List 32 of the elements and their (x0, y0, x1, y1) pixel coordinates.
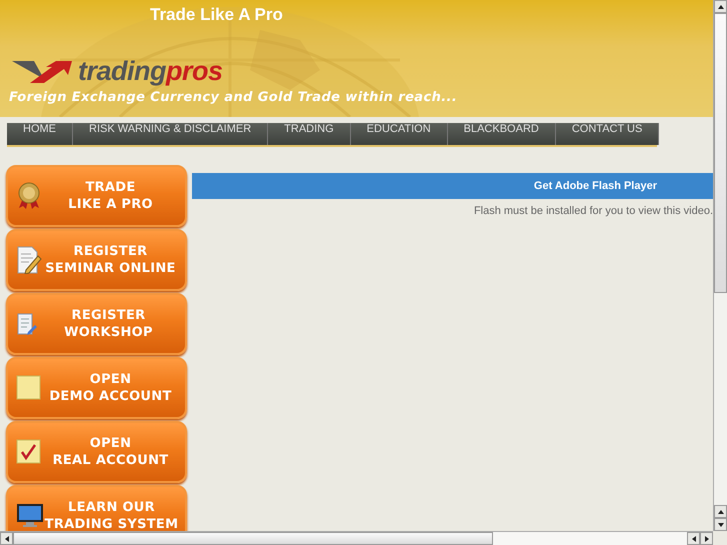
tagline: Foreign Exchange Currency and Gold Trade within reach... (9, 90, 458, 105)
document-pencil-icon (16, 246, 42, 274)
menu-button[interactable]: REGISTER SEMINAR ONLINE (6, 229, 187, 291)
logo-text: tradingpros (78, 56, 223, 87)
scroll-down-icon[interactable] (714, 518, 727, 531)
monitor-icon (16, 503, 44, 529)
document-icon (16, 312, 38, 336)
nav-link[interactable]: CONTACT US (556, 123, 660, 145)
menu-button[interactable]: REGISTER WORKSHOP (6, 293, 187, 355)
vertical-scrollbar[interactable] (713, 0, 727, 531)
menu-button[interactable]: LEARN OUR TRADING SYSTEM (6, 485, 187, 531)
note-check-icon (16, 439, 42, 465)
site-title: Trade Like A Pro (150, 5, 284, 25)
nav-link[interactable]: HOME (7, 123, 73, 145)
nav-link[interactable]: EDUCATION (350, 123, 448, 145)
scroll-left-icon[interactable] (687, 532, 700, 545)
logo-arrow-icon (12, 58, 74, 84)
flash-player-link[interactable]: Get Adobe Flash Player (192, 173, 713, 199)
note-icon (16, 375, 42, 401)
nav-link[interactable]: TRADING (268, 123, 351, 145)
nav-link[interactable]: BLACKBOARD (448, 123, 556, 145)
menu-button[interactable]: OPEN DEMO ACCOUNT (6, 357, 187, 419)
menu-button[interactable]: TRADE LIKE A PRO (6, 165, 187, 227)
flash-notice: Flash must be installed for you to view this video. (474, 205, 713, 217)
menu-button[interactable]: OPEN REAL ACCOUNT (6, 421, 187, 483)
scroll-up-icon[interactable] (714, 0, 727, 13)
scroll-left-icon[interactable] (0, 532, 13, 545)
scroll-up-icon[interactable] (714, 505, 727, 518)
scroll-right-icon[interactable] (700, 532, 713, 545)
medal-icon (16, 182, 42, 210)
horizontal-scrollbar[interactable] (0, 531, 713, 545)
nav-link[interactable]: RISK WARNING & DISCLAIMER (73, 123, 268, 145)
